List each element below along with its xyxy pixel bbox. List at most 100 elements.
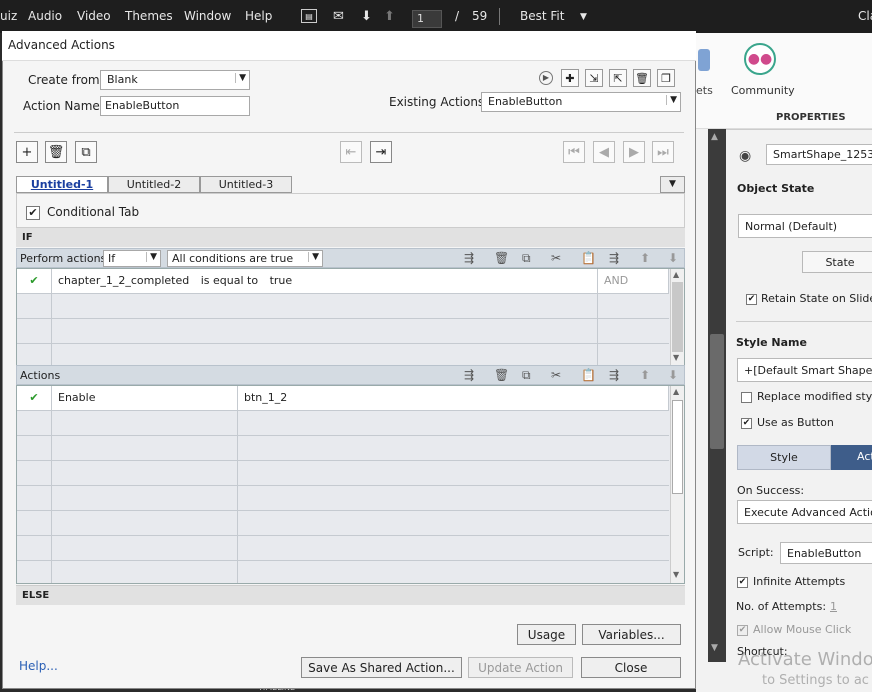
insert-after-icon[interactable]: ⇶ [609,368,619,382]
arrow-up-icon[interactable]: ⬆ [384,9,395,24]
move-down-icon[interactable]: ⬇ [668,368,678,382]
insert-after-icon[interactable]: ⇶ [609,251,619,265]
update-action-button[interactable]: Update Action [468,657,573,678]
move-down-icon[interactable]: ⬇ [668,251,678,265]
slide-icon[interactable]: ▤ [301,9,317,23]
add-action-icon[interactable]: ✚ [561,69,579,87]
tabs-overflow-icon[interactable]: ▼ [660,176,685,193]
action-name-input[interactable]: EnableButton [100,96,250,116]
create-from-select[interactable]: Blank ▼ [100,70,250,90]
export-icon[interactable]: ⇱ [609,69,627,87]
delete-row-icon[interactable]: 🗑 [494,368,509,382]
allow-mouse-click-checkbox[interactable]: ✔ [737,625,748,636]
menu-help[interactable]: Help [245,9,272,23]
state-select[interactable]: Normal (Default) [738,214,872,238]
next-tab-icon[interactable]: ▶ [623,141,645,163]
menu-quiz[interactable]: uiz [0,9,17,23]
table-row[interactable] [17,411,669,436]
copy-row-icon[interactable]: ⧉ [522,368,531,383]
condition-logic[interactable]: AND [598,269,669,294]
cut-row-icon[interactable]: ✂ [551,368,561,382]
conditions-scrollbar[interactable]: ▲ ▼ [670,269,684,365]
tab-style[interactable]: Style [737,445,831,470]
delete-tab-icon[interactable]: 🗑 [45,141,67,163]
close-button[interactable]: Close [581,657,681,678]
style-select[interactable]: +[Default Smart Shape St [737,358,872,382]
eye-icon[interactable]: ◉ [739,148,751,164]
copy-tab-icon[interactable]: ⧉ [75,141,97,163]
table-row[interactable] [17,344,669,365]
prev-tab-icon[interactable]: ◀ [593,141,615,163]
add-tab-icon[interactable]: + [16,141,38,163]
community-icon[interactable]: ●● [744,43,776,75]
move-up-icon[interactable]: ⬆ [640,368,650,382]
delete-action-icon[interactable]: 🗑 [633,69,651,87]
tab-untitled-3[interactable]: Untitled-3 [200,176,292,193]
state-button[interactable]: State [802,251,872,273]
table-row[interactable]: ✔ Enable btn_1_2 [17,386,669,411]
stage-scrollbar[interactable]: ▲ ▼ [708,129,726,662]
table-row[interactable] [17,536,669,561]
menu-audio[interactable]: Audio [28,9,62,23]
preview-icon[interactable]: ▶ [539,71,553,85]
replace-styles-checkbox[interactable] [741,392,752,403]
cut-row-icon[interactable]: ✂ [551,251,561,265]
duplicate-action-icon[interactable]: ❐ [657,69,675,87]
table-row[interactable] [17,511,669,536]
table-row[interactable] [17,461,669,486]
move-up-icon[interactable]: ⬆ [640,251,650,265]
action-cell[interactable]: Enable [52,386,238,411]
table-row[interactable] [17,436,669,461]
menu-video[interactable]: Video [77,9,111,23]
page-number-input[interactable]: 1 [412,10,442,28]
infinite-attempts-checkbox[interactable]: ✔ [737,577,748,588]
scroll-down-icon[interactable]: ▼ [711,643,718,653]
tab-untitled-1[interactable]: Untitled-1 [16,176,108,193]
menu-themes[interactable]: Themes [125,9,173,23]
scrollbar-thumb[interactable] [672,282,683,352]
move-left-icon[interactable]: ⇤ [340,141,362,163]
table-row[interactable] [17,486,669,511]
community-label[interactable]: Community [731,84,795,97]
no-attempts-value[interactable]: 1 [830,600,837,613]
script-select[interactable]: EnableButton [780,542,872,564]
condition-cell[interactable]: chapter_1_2_completed is equal to true [52,269,598,294]
paste-row-icon[interactable]: 📋 [581,251,596,265]
chevron-down-icon[interactable]: ▼ [580,12,587,22]
perform-select[interactable]: If ▼ [103,250,161,267]
assets-label[interactable]: ets [696,84,713,97]
menu-window[interactable]: Window [184,9,231,23]
existing-actions-select[interactable]: EnableButton ▼ [481,92,681,112]
scroll-down-icon[interactable]: ▼ [673,353,679,362]
scroll-up-icon[interactable]: ▲ [673,387,679,396]
scrollbar-thumb[interactable] [672,400,683,494]
last-tab-icon[interactable]: ⏭ [652,141,674,163]
conditions-select[interactable]: All conditions are true ▼ [167,250,323,267]
import-icon[interactable]: ⇲ [585,69,603,87]
usage-button[interactable]: Usage [517,624,576,645]
conditional-tab-checkbox[interactable]: ✔ [26,206,40,220]
target-cell[interactable]: btn_1_2 [238,386,669,411]
scroll-up-icon[interactable]: ▲ [673,270,679,279]
assets-icon[interactable] [698,49,710,71]
save-shared-action-button[interactable]: Save As Shared Action... [301,657,462,678]
scroll-up-icon[interactable]: ▲ [711,132,718,142]
insert-row-icon[interactable]: ⇶ [464,251,474,265]
object-name-field[interactable]: SmartShape_1253 [766,144,872,165]
table-row[interactable] [17,561,669,583]
paste-row-icon[interactable]: 📋 [581,368,596,382]
insert-row-icon[interactable]: ⇶ [464,368,474,382]
use-as-button-checkbox[interactable]: ✔ [741,418,752,429]
variables-button[interactable]: Variables... [582,624,681,645]
tab-actions[interactable]: Act [831,445,872,470]
first-tab-icon[interactable]: ⏮ [563,141,585,163]
tab-untitled-2[interactable]: Untitled-2 [108,176,200,193]
delete-row-icon[interactable]: 🗑 [494,251,509,265]
arrow-down-icon[interactable]: ⬇ [361,9,372,24]
retain-state-checkbox[interactable]: ✔ [746,294,757,305]
move-right-icon[interactable]: ⇥ [370,141,392,163]
actions-scrollbar[interactable]: ▲ ▼ [670,386,684,583]
scroll-down-icon[interactable]: ▼ [673,570,679,579]
copy-row-icon[interactable]: ⧉ [522,251,531,266]
on-success-select[interactable]: Execute Advanced Actions [737,500,872,524]
